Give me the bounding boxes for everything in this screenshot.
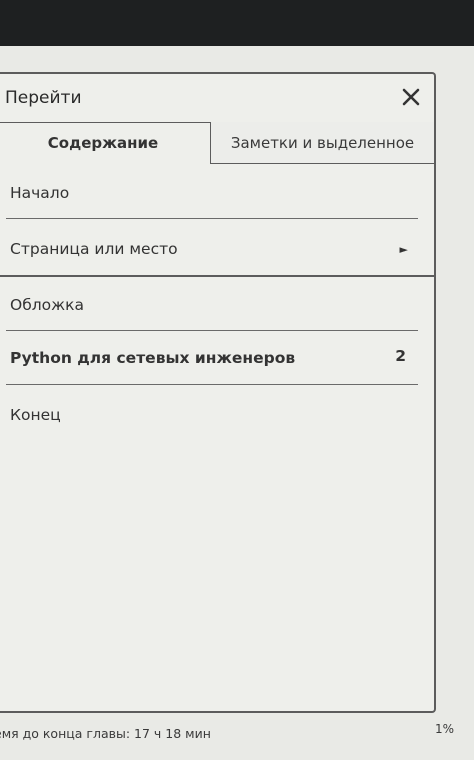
- goto-dialog: Перейти Содержание Заметки и выделенное …: [0, 72, 436, 713]
- close-icon: [402, 88, 420, 106]
- nav-item-page-or-location-label: Страница или место: [10, 240, 178, 258]
- nav-item-start[interactable]: Начало: [10, 184, 418, 208]
- toc-item-label: Конец: [10, 406, 61, 424]
- progress-percent: 1%: [434, 722, 454, 736]
- toc-item-cover[interactable]: Обложка: [10, 296, 418, 320]
- dialog-header: Перейти: [0, 74, 434, 123]
- nav-item-start-label: Начало: [10, 184, 70, 202]
- tab-notes-highlights[interactable]: Заметки и выделенное: [210, 122, 434, 164]
- tab-bar: Содержание Заметки и выделенное: [0, 122, 434, 164]
- close-button[interactable]: [398, 84, 424, 110]
- nav-item-page-or-location[interactable]: Страница или место ►: [10, 240, 418, 264]
- toc-item-page-number: 2: [395, 347, 406, 365]
- tab-contents[interactable]: Содержание: [0, 122, 210, 164]
- toc-item-end[interactable]: Конец: [10, 406, 418, 430]
- time-left-status: емя до конца главы: 17 ч 18 мин: [0, 726, 211, 741]
- toc-item-python[interactable]: Python для сетевых инженеров 2: [10, 347, 418, 373]
- divider: [6, 330, 418, 331]
- section-divider: [0, 275, 434, 277]
- arrow-right-icon: ►: [399, 243, 408, 256]
- dialog-title: Перейти: [5, 88, 82, 108]
- ereader-screen: Перейти Содержание Заметки и выделенное …: [0, 46, 474, 760]
- tab-notes-highlights-label: Заметки и выделенное: [230, 133, 415, 152]
- tab-contents-label: Содержание: [47, 134, 159, 152]
- toc-item-label: Обложка: [10, 296, 84, 314]
- toc-item-label: Python для сетевых инженеров: [10, 349, 296, 367]
- divider: [6, 384, 418, 385]
- divider: [6, 218, 418, 219]
